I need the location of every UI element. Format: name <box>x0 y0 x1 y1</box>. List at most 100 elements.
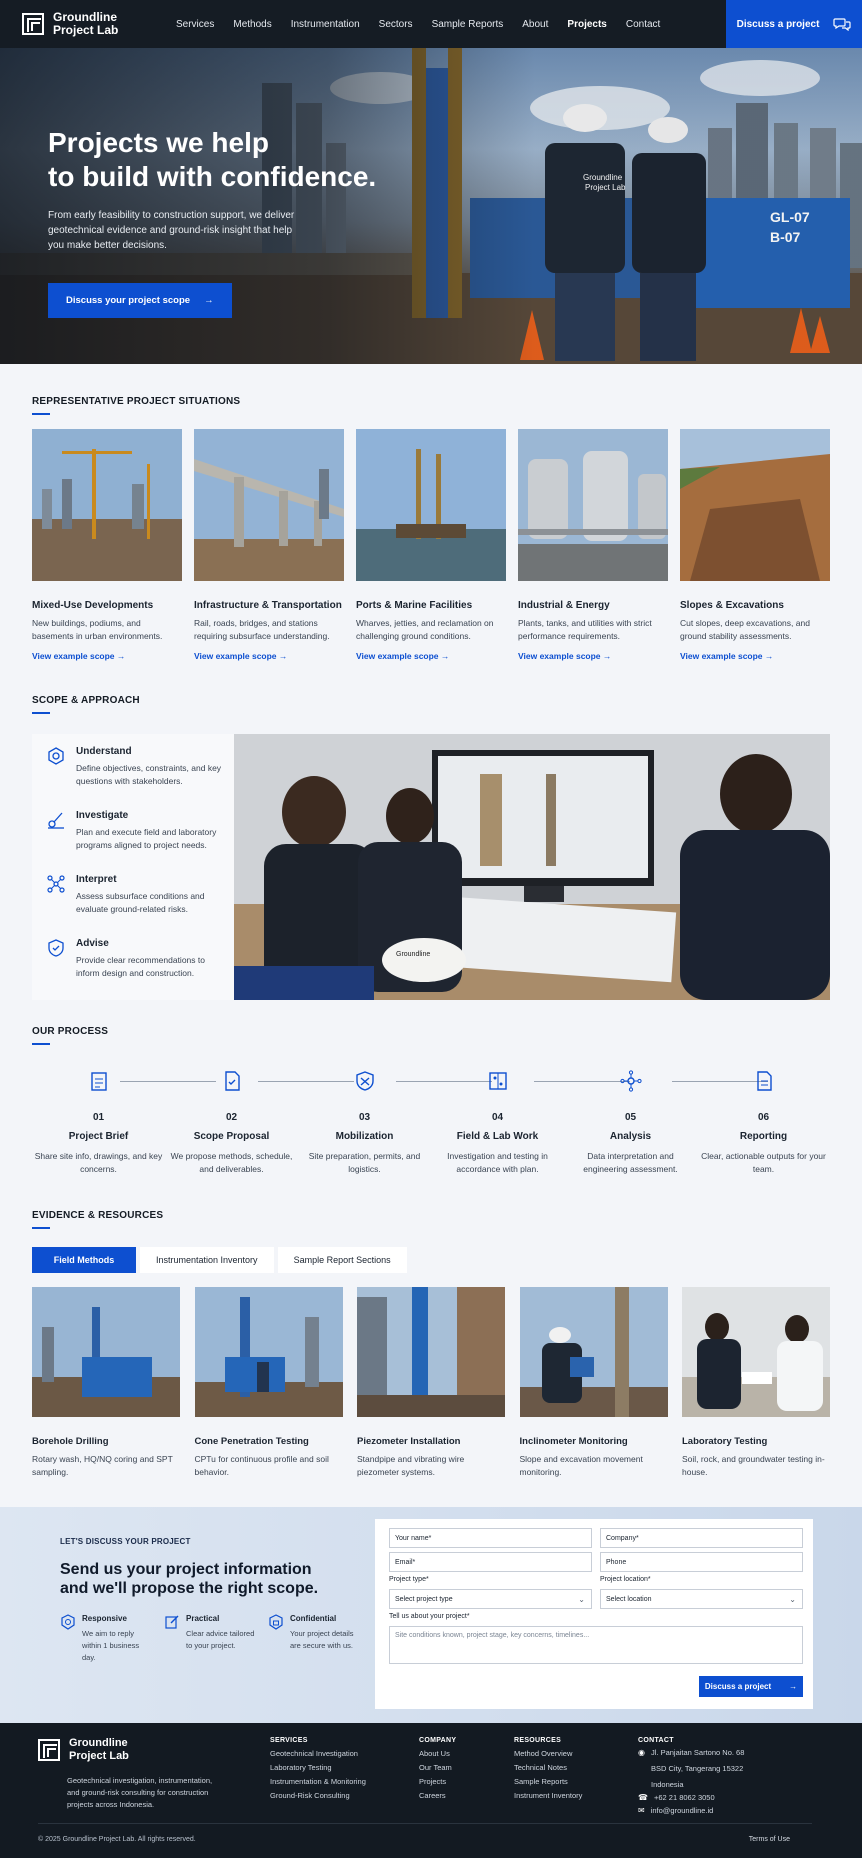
footer-link[interactable]: Instrumentation & Monitoring <box>270 1778 366 1786</box>
nav-about[interactable]: About <box>522 19 548 30</box>
footer: Groundline Project Lab Geotechnical inves… <box>0 1723 862 1858</box>
nav-sample-reports[interactable]: Sample Reports <box>432 19 504 30</box>
team-meeting-image: Groundline <box>234 734 830 1000</box>
brand-logo[interactable]: Groundline Project Lab <box>22 11 182 37</box>
footer-link[interactable]: Projects <box>419 1778 456 1786</box>
section-title-evidence: EVIDENCE & RESOURCES <box>32 1210 830 1229</box>
situation-card: Infrastructure & Transportation Rail, ro… <box>194 429 344 661</box>
footer-logo[interactable]: Groundline Project Lab <box>38 1737 198 1763</box>
submit-button[interactable]: Discuss a project → <box>699 1676 803 1697</box>
scope-item-title: Investigate <box>76 810 129 821</box>
evidence-resources: EVIDENCE & RESOURCES Field Methods Instr… <box>0 1210 862 1479</box>
analysis-nodes-icon <box>619 1070 642 1092</box>
evidence-card-text: Slope and excavation movement monitoring… <box>519 1454 643 1477</box>
footer-link[interactable]: Careers <box>419 1792 456 1800</box>
process-step: 06 Reporting Clear, actionable outputs f… <box>697 1069 830 1176</box>
footer-col-resources: RESOURCES Method Overview Technical Note… <box>514 1737 582 1800</box>
footer-email: ✉ info@groundline.id <box>638 1806 714 1815</box>
nav-contact[interactable]: Contact <box>626 19 660 30</box>
nav-projects[interactable]: Projects <box>567 19 606 30</box>
footer-divider <box>38 1823 812 1824</box>
scope-item-title: Advise <box>76 938 109 949</box>
footer-link[interactable]: Ground-Risk Consulting <box>270 1792 366 1800</box>
step-text: We propose methods, schedule, and delive… <box>170 1151 293 1174</box>
report-document-icon <box>756 1071 772 1091</box>
scope-item-title: Understand <box>76 746 132 757</box>
footer-link[interactable]: Geotechnical Investigation <box>270 1750 366 1758</box>
footer-brand: Groundline Project Lab Geotechnical inves… <box>38 1737 215 1811</box>
infrastructure-image <box>194 429 344 581</box>
view-example-link[interactable]: View example scope → <box>194 651 344 661</box>
view-example-link[interactable]: View example scope → <box>32 651 182 661</box>
evidence-card-title: Piezometer Installation <box>357 1436 461 1447</box>
contact-heading: Send us your project information and we'… <box>60 1561 319 1597</box>
slopes-excavations-image <box>680 429 830 581</box>
your-name-input[interactable]: Your name* <box>389 1528 592 1548</box>
nav-methods[interactable]: Methods <box>233 19 271 30</box>
view-example-link[interactable]: View example scope → <box>356 651 506 661</box>
view-example-link[interactable]: View example scope → <box>680 651 830 661</box>
hero-subtitle: From early feasibility to construction s… <box>48 210 295 251</box>
phone-input[interactable]: Phone <box>600 1552 803 1572</box>
form-row: Your name* Company* <box>389 1528 803 1548</box>
contact-form: Your name* Company* Email* Phone Project… <box>375 1519 813 1709</box>
logo-text: Groundline Project Lab <box>69 1737 129 1762</box>
form-row: Project type* Select project type ⌄ Proje… <box>389 1576 803 1609</box>
company-input[interactable]: Company* <box>600 1528 803 1548</box>
benefit-practical: Practical Clear advice tailored to your p… <box>164 1614 256 1664</box>
tab-field-methods[interactable]: Field Methods <box>32 1247 136 1273</box>
evidence-card-title: Cone Penetration Testing <box>194 1436 309 1447</box>
project-location-select[interactable]: Select location ⌄ <box>600 1589 803 1609</box>
footer-link[interactable]: Technical Notes <box>514 1764 582 1772</box>
footer-link[interactable]: Our Team <box>419 1764 456 1772</box>
lock-icon <box>269 1614 283 1630</box>
card-title: Ports & Marine Facilities <box>356 600 473 611</box>
section-title-situations: REPRESENTATIVE PROJECT SITUATIONS <box>32 396 830 415</box>
chevron-down-icon: ⌄ <box>578 1595 585 1604</box>
our-process: OUR PROCESS 01 Project Brief Share site … <box>0 1026 862 1176</box>
message-textarea[interactable]: Site conditions known, project stage, ke… <box>389 1626 803 1664</box>
industrial-energy-image <box>518 429 668 581</box>
chevron-down-icon: ⌄ <box>789 1595 796 1604</box>
tab-instrumentation-inventory[interactable]: Instrumentation Inventory <box>140 1247 274 1273</box>
network-nodes-icon <box>47 875 65 893</box>
nav-services[interactable]: Services <box>176 19 214 30</box>
benefit-text: Your project details are secure with us. <box>290 1629 354 1650</box>
email-input[interactable]: Email* <box>389 1552 592 1572</box>
project-type-label: Project type* <box>389 1576 429 1583</box>
footer-link[interactable]: Sample Reports <box>514 1778 582 1786</box>
footer-link[interactable]: Method Overview <box>514 1750 582 1758</box>
view-example-link[interactable]: View example scope → <box>518 651 668 661</box>
footer-phone: ☎ +62 21 8062 3050 <box>638 1793 715 1802</box>
evidence-card-title: Borehole Drilling <box>32 1436 109 1447</box>
situation-card: Slopes & Excavations Cut slopes, deep ex… <box>680 429 830 661</box>
project-type-select[interactable]: Select project type ⌄ <box>389 1589 592 1609</box>
benefit-text: Clear advice tailored to your project. <box>186 1629 255 1650</box>
chat-icon <box>833 18 852 31</box>
copyright: © 2025 Groundline Project Lab. All right… <box>38 1836 196 1843</box>
discuss-project-button[interactable]: Discuss a project <box>726 0 862 48</box>
step-number: 03 <box>358 1112 371 1123</box>
benefit-title: Confidential <box>290 1614 337 1623</box>
footer-link[interactable]: Instrument Inventory <box>514 1792 582 1800</box>
nav-sectors[interactable]: Sectors <box>379 19 413 30</box>
ports-marine-image <box>356 429 506 581</box>
discuss-scope-button[interactable]: Discuss your project scope → <box>48 283 232 318</box>
step-number: 02 <box>225 1112 238 1123</box>
tab-sample-report-sections[interactable]: Sample Report Sections <box>277 1247 407 1273</box>
logo-text: Groundline Project Lab <box>53 11 118 37</box>
contact-benefits: Responsive We aim to reply within 1 busin… <box>60 1614 360 1664</box>
footer-link[interactable]: Laboratory Testing <box>270 1764 366 1772</box>
probe-icon <box>48 812 64 829</box>
scope-list: Understand Define objectives, constraints… <box>32 734 234 1000</box>
top-nav: Groundline Project Lab Services Methods … <box>0 0 862 48</box>
hero-title-line-2: to build with confidence. <box>48 161 377 192</box>
scope-item-investigate: Investigate Plan and execute field and la… <box>46 810 222 856</box>
evidence-card-text: Soil, rock, and groundwater testing in-h… <box>682 1454 825 1477</box>
nav-instrumentation[interactable]: Instrumentation <box>291 19 360 30</box>
scope-body: Understand Define objectives, constraints… <box>32 734 830 1000</box>
terms-link[interactable]: Terms of Use <box>749 1836 790 1843</box>
footer-col-services: SERVICES Geotechnical Investigation Labo… <box>270 1737 366 1800</box>
borehole-drilling-image <box>32 1287 180 1417</box>
footer-link[interactable]: About Us <box>419 1750 456 1758</box>
